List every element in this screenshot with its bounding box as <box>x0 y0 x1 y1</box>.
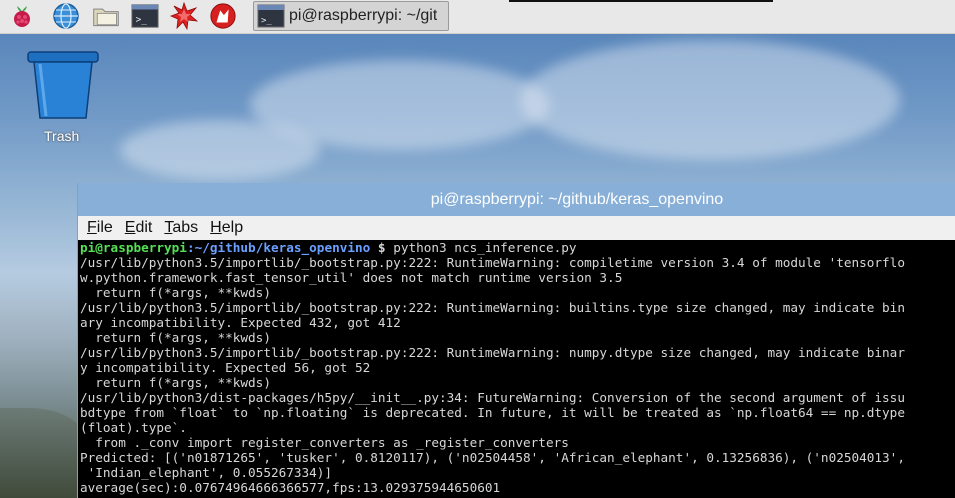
output-line: (float).type`. <box>80 420 187 435</box>
output-line: bdtype from `float` to `np.floating` is … <box>80 405 905 420</box>
output-line: return f(*args, **kwds) <box>80 375 271 390</box>
prompt-symbol: $ <box>370 240 394 255</box>
menu-file[interactable]: File <box>87 219 113 237</box>
menu-edit[interactable]: Edit <box>125 219 153 237</box>
svg-text:>_: >_ <box>261 16 272 26</box>
menu-tabs[interactable]: Tabs <box>164 219 198 237</box>
output-line: y incompatibility. Expected 56, got 52 <box>80 360 371 375</box>
terminal-output[interactable]: pi@raspberrypi:~/github/keras_openvino $… <box>78 240 955 498</box>
prompt-user-host: pi@raspberrypi <box>80 240 187 255</box>
trash-label: Trash <box>44 128 80 144</box>
menu-help[interactable]: Help <box>210 219 243 237</box>
prompt-line: pi@raspberrypi:~/github/keras_openvino $… <box>80 240 955 255</box>
window-title: pi@raspberrypi: ~/github/keras_openvino <box>430 190 724 208</box>
mathematica-icon[interactable] <box>170 2 198 30</box>
taskbar-task-label: pi@raspberrypi: ~/git <box>289 7 438 24</box>
taskbar: >_ >_ pi@raspberrypi: ~/git <box>0 0 955 34</box>
cloud <box>520 40 900 160</box>
output-line: /usr/lib/python3.5/importlib/_bootstrap.… <box>80 255 905 270</box>
raspberry-menu-icon[interactable] <box>8 2 36 30</box>
web-browser-icon[interactable] <box>52 2 80 30</box>
prompt-path: :~/github/keras_openvino <box>186 240 371 255</box>
trash-icon <box>27 51 99 119</box>
terminal-icon[interactable]: >_ <box>131 2 159 30</box>
trash-desktop-icon[interactable] <box>24 48 102 126</box>
terminal-window: pi@raspberrypi: ~/github/keras_openvino … <box>77 183 955 498</box>
prompt-command: python3 ncs_inference.py <box>393 240 577 255</box>
file-manager-icon[interactable] <box>92 2 120 30</box>
window-title-bar[interactable]: pi@raspberrypi: ~/github/keras_openvino <box>78 183 955 216</box>
cloud <box>120 120 320 180</box>
output-line: /usr/lib/python3/dist-packages/h5py/__in… <box>80 390 905 405</box>
output-line: return f(*args, **kwds) <box>80 285 271 300</box>
output-line: from ._conv import register_converters a… <box>80 435 569 450</box>
output-line: return f(*args, **kwds) <box>80 330 271 345</box>
taskbar-divider <box>509 0 773 2</box>
wolfram-icon[interactable] <box>209 2 237 30</box>
terminal-icon: >_ <box>257 4 285 28</box>
taskbar-task-terminal[interactable]: >_ pi@raspberrypi: ~/git <box>253 1 449 31</box>
output-line: ary incompatibility. Expected 432, got 4… <box>80 315 401 330</box>
output-line: /usr/lib/python3.5/importlib/_bootstrap.… <box>80 300 905 315</box>
output-line: Predicted: [('n01871265', 'tusker', 0.81… <box>80 450 905 465</box>
menu-bar: File Edit Tabs Help <box>78 216 955 240</box>
svg-text:>_: >_ <box>136 15 148 26</box>
output-line: 'Indian_elephant', 0.055267334)] <box>80 465 333 480</box>
output-line: /usr/lib/python3.5/importlib/_bootstrap.… <box>80 345 905 360</box>
output-line: average(sec):0.07674964666366577,fps:13.… <box>80 480 501 495</box>
output-line: w.python.framework.fast_tensor_util' doe… <box>80 270 623 285</box>
